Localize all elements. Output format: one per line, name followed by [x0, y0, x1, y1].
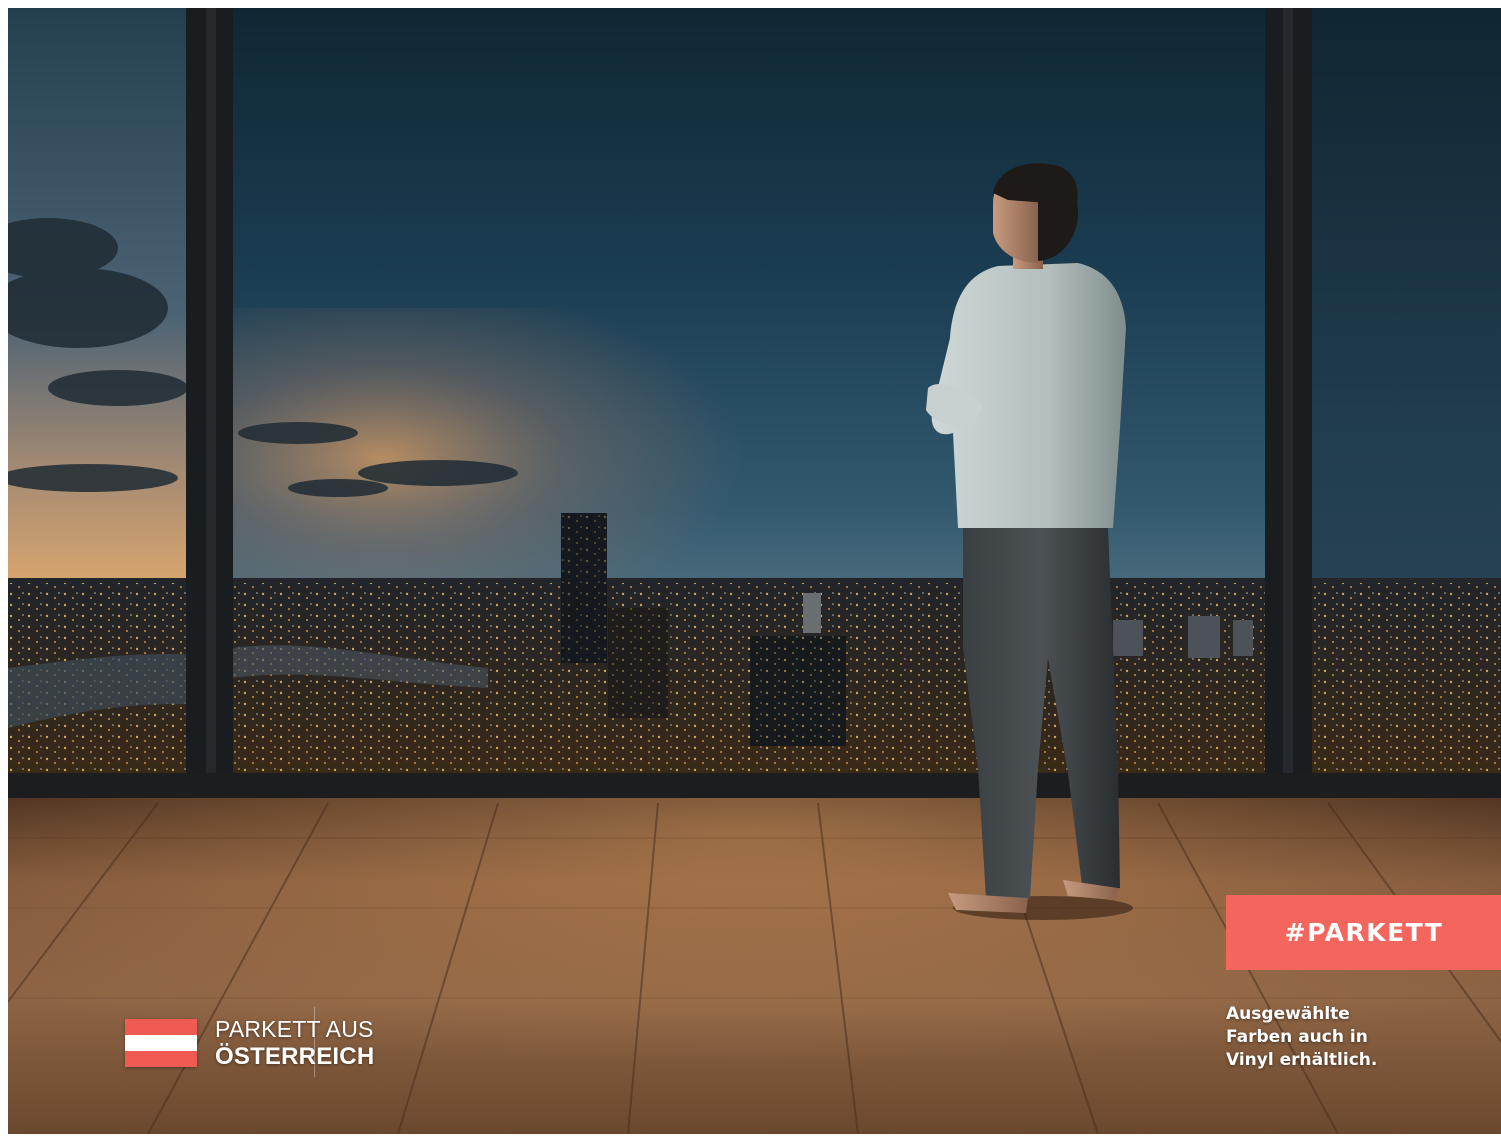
origin-line-1: PARKETT AUS	[215, 1016, 374, 1042]
ad-canvas: PARKETT AUS ÖSTERREICH #PARKETT Ausgewäh…	[8, 8, 1501, 1134]
vinyl-note: Ausgewählte Farben auch in Vinyl erhältl…	[1226, 1003, 1446, 1072]
note-line-1: Ausgewählte	[1226, 1004, 1350, 1024]
origin-text: PARKETT AUS ÖSTERREICH	[215, 1016, 374, 1070]
flag-stripe-top	[125, 1019, 197, 1035]
note-line-3: Vinyl erhältlich.	[1226, 1050, 1378, 1070]
austrian-flag-icon	[125, 1019, 197, 1067]
flag-stripe-bottom	[125, 1051, 197, 1067]
flag-stripe-middle	[125, 1035, 197, 1051]
hashtag-badge: #PARKETT	[1226, 895, 1501, 970]
note-line-2: Farben auch in	[1226, 1027, 1368, 1047]
origin-line-2: ÖSTERREICH	[215, 1043, 375, 1070]
